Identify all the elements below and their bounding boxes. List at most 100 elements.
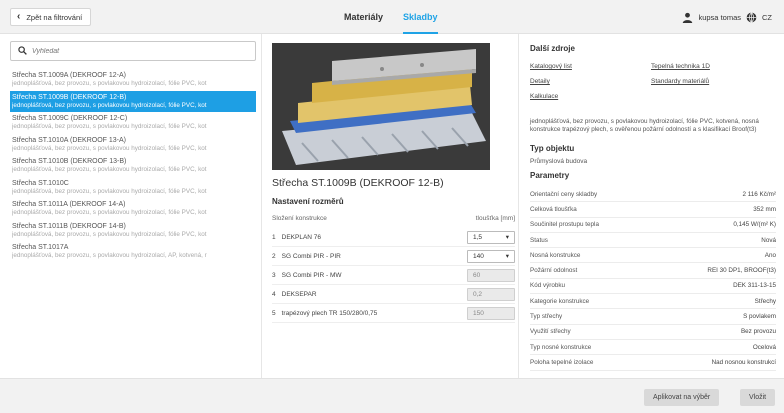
col-composition: Složení konstrukce [272,215,327,222]
list-item-desc: jednoplášťová, bez provozu, s povlakovou… [12,144,207,152]
param-label: Součinitel prostupu tepla [530,221,599,229]
composition-title: Střecha ST.1009B (DEKROOF 12-B) [272,177,444,189]
dropdown-arrow-icon: ▾ [505,253,509,260]
layer-row: 3 SG Combi PIR - MW 60 [272,266,515,285]
user-menu[interactable]: kupsa tomas CZ [682,0,772,34]
list-item[interactable]: Střecha ST.1010B (DEKROOF 13-B) jednopláš… [10,155,256,177]
language-label[interactable]: CZ [762,13,772,22]
list-item-desc: jednoplášťová, bez provozu, s povlakovou… [12,187,207,195]
object-type-value: Průmyslová budova [530,158,588,165]
link-details[interactable]: Detaily [530,78,550,85]
list-item-desc: jednoplášťová, bez provozu, s povlakovou… [12,80,207,87]
dimension-settings-title: Nastavení rozměrů [272,197,344,206]
thickness-select[interactable]: 1,5 ▾ [467,230,515,244]
list-item-desc: jednoplášťová, bez provozu, s povlakovou… [12,166,207,173]
param-row: Využití střechy Bez provozu [530,325,776,340]
param-row: Požární odolnost REI 30 DP1, BROOF(t3) [530,263,776,279]
list-item-title: Střecha ST.1010A (DEKROOF 13-A) [12,136,126,144]
param-label: Požární odolnost [530,267,578,275]
list-item-title: Střecha ST.1017A [12,244,69,251]
param-value: Nad nosnou konstrukcí [711,358,776,366]
tab-compositions[interactable]: Skladby [403,0,438,34]
composition-description: jednoplášťová, bez provozu, s povlakovou… [530,118,759,133]
layer-row: 1 DEKPLAN 76 1,5 ▾ [272,228,515,247]
link-catalog-sheet[interactable]: Katalogový list [530,63,572,70]
param-row: Kód výrobku DEK 311-13-15 [530,279,776,295]
layer-label: SG Combi PIR - MW [281,271,342,279]
param-value: Střechy [754,297,776,305]
param-label: Orientační ceny skladby [530,190,598,198]
link-calculation[interactable]: Kalkulace [530,93,558,100]
list-item[interactable]: Střecha ST.1010C jednoplášťová, bez provo… [10,177,256,199]
back-to-filter-button[interactable]: ‹ Zpět na filtrování [10,8,92,26]
param-label: Využití střechy [530,328,571,336]
globe-icon[interactable] [746,11,757,23]
col-thickness: tloušťka [mm] [475,215,515,222]
list-item[interactable]: Střecha ST.1017A jednoplášťová, bez provo… [10,241,256,263]
link-thermal[interactable]: Tepelná technika 1D [651,63,710,70]
param-label: Status [530,236,548,244]
tab-materials[interactable]: Materiály [344,0,383,34]
layer-label: trapézový plech TR 150/280/0,75 [281,309,378,317]
param-row: Nosná konstrukce Ano [530,248,776,264]
thickness-value: 60 [473,271,481,279]
thickness-field: 150 [467,306,515,320]
apply-to-selection-button[interactable]: Aplikovat na výběr [644,389,720,406]
composition-list-pane: Střecha ST.1009A (DEKROOF 12-A)jednopláš… [0,34,262,378]
param-row: Typ nosné konstrukce Ocelová [530,340,776,356]
thickness-value: 140 [473,252,484,260]
param-row: Typ střechy S povlakem [530,309,776,325]
param-row: Poloha tepelné izolace Nad nosnou konstru… [530,355,776,371]
search-icon [18,45,27,57]
param-value: Ano [764,251,776,259]
chevron-left-icon: ‹ [17,11,21,22]
layer-label: SG Combi PIR - PIR [281,252,341,260]
search-input[interactable] [32,47,232,55]
thickness-field: 60 [467,268,515,282]
param-label: Celková tloušťka [530,205,577,213]
param-row: Status Nová [530,233,776,249]
layer-label: DEKPLAN 76 [281,233,322,241]
param-value: Nová [761,236,776,244]
list-item-title: Střecha ST.1009A (DEKROOF 12-A) [12,72,126,79]
composition-list: Střecha ST.1009A (DEKROOF 12-A) jednopláš… [10,69,256,263]
list-item-desc: jednoplášťová, bez provozu, s povlakovou… [12,209,207,216]
layer-num: 4 [272,290,276,298]
param-value: Bez provozu [740,328,776,336]
layer-num: 1 [272,233,276,241]
list-item-selected[interactable]: Střecha ST.1009B (DEKROOF 12-B) jednopláš… [10,90,256,112]
insert-button[interactable]: Vložit [740,389,776,406]
param-label: Kategorie konstrukce [530,297,590,305]
layer-name: 2 SG Combi PIR - PIR [272,253,341,260]
layer-num: 2 [272,252,276,260]
param-value: 0,145 W/(m² K) [733,221,776,229]
user-name: kupsa tomas [698,12,741,22]
layers-table: 1 DEKPLAN 76 1,5 ▾ 2 SG Combi PIR - PIR 140… [272,228,515,323]
list-item[interactable]: Střecha ST.1011B (DEKROOF 14-B) jednopláš… [10,220,256,242]
list-item-title: Střecha ST.1010B (DEKROOF 13-B) [12,158,127,165]
main-tabs: Materiály Skladby [344,0,438,34]
param-row: Kategorie konstrukce Střechy [530,294,776,310]
layer-name: 3 SG Combi PIR - MW [272,272,342,279]
resources-title: Další zdroje [530,44,575,53]
footer-bar: Aplikovat na výběr Vložit [0,378,784,413]
search-box[interactable] [10,41,256,61]
layer-label: DEKSEPAR [281,290,317,298]
list-item[interactable]: Střecha ST.1010A (DEKROOF 13-A) jednopláš… [10,134,256,156]
param-row: Součinitel prostupu tepla 0,145 W/(m² K) [530,218,776,233]
thickness-select[interactable]: 140 ▾ [467,249,515,263]
list-item[interactable]: Střecha ST.1011A (DEKROOF 14-A) jednopláš… [10,198,256,220]
parameters-title: Parametry [530,171,570,180]
list-item[interactable]: Střecha ST.1009C (DEKROOF 12-C) jednopláš… [10,112,256,134]
list-item-title: Střecha ST.1009C (DEKROOF 12-C) [12,115,128,122]
param-row: Celková tloušťka 352 mm [530,202,776,218]
top-bar: ‹ Zpět na filtrování Materiály Skladby k… [0,0,784,34]
dropdown-arrow-icon: ▾ [505,234,509,241]
param-value: S povlakem [743,313,776,321]
param-label: Nosná konstrukce [530,251,581,259]
param-value: 2 116 Kč/m² [742,190,776,198]
object-type-title: Typ objektu [530,144,575,153]
list-item[interactable]: Střecha ST.1009A (DEKROOF 12-A) jednopláš… [10,69,256,91]
layer-name: 4 DEKSEPAR [272,291,317,298]
link-standards[interactable]: Standardy materiálů [651,78,709,85]
